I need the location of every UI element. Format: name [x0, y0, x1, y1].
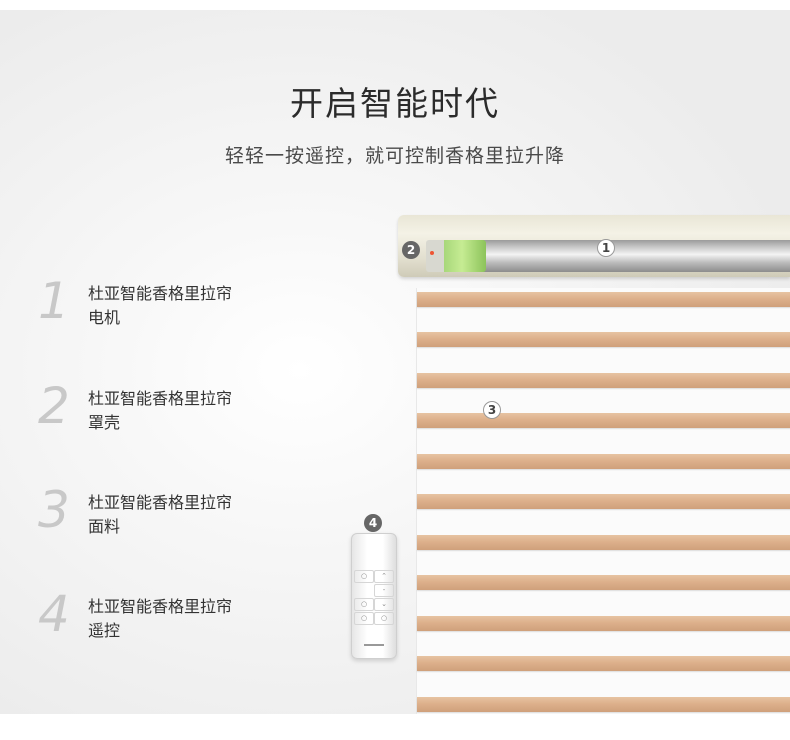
bottom-strip [0, 714, 790, 740]
feature-number: 4 [38, 585, 70, 643]
feature-title: 杜亚智能香格里拉帘 [88, 284, 233, 303]
slat [417, 413, 790, 428]
feature-number: 2 [38, 377, 70, 435]
page-subtitle: 轻轻一按遥控，就可控制香格里拉升降 [224, 145, 565, 167]
remote-logo [364, 644, 384, 646]
callout-2: 2 [402, 241, 420, 259]
slat [417, 697, 790, 712]
feature-part: 电机 [88, 308, 121, 327]
remote-button: ○ [374, 612, 394, 625]
feature-item-3: 3 杜亚智能香格里拉帘 面料 [38, 481, 338, 557]
slat [417, 373, 790, 388]
feature-title: 杜亚智能香格里拉帘 [88, 597, 233, 616]
feature-part: 罩壳 [88, 413, 121, 432]
remote-control: ○ ⌃ - ○ ⌄ ○ ○ [351, 533, 397, 659]
feature-part: 面料 [88, 517, 121, 536]
motor-indicator [430, 251, 434, 255]
shangri-la-blind-image [398, 210, 790, 714]
feature-item-4: 4 杜亚智能香格里拉帘 遥控 [38, 585, 338, 661]
remote-button: ○ [354, 612, 374, 625]
blind-fabric [416, 288, 790, 714]
feature-number: 1 [38, 272, 70, 330]
slat [417, 494, 790, 509]
feature-item-2: 2 杜亚智能香格里拉帘 罩壳 [38, 377, 338, 453]
slat [417, 535, 790, 550]
slat [417, 332, 790, 347]
feature-number: 3 [38, 481, 70, 539]
hero-section: 开启智能时代 轻轻一按遥控，就可控制香格里拉升降 1 杜亚智能香格里拉帘 电机 … [0, 10, 790, 714]
callout-1: 1 [597, 239, 615, 257]
remote-down-button: ⌄ [374, 598, 394, 611]
callout-4: 4 [364, 514, 382, 532]
callout-3: 3 [483, 401, 501, 419]
remote-button: ○ [354, 598, 374, 611]
slat [417, 616, 790, 631]
page-title: 开启智能时代 [290, 84, 500, 123]
remote-stop-button: - [374, 584, 394, 597]
feature-title: 杜亚智能香格里拉帘 [88, 493, 233, 512]
slat [417, 454, 790, 469]
headrail-cover [398, 215, 790, 277]
remote-button: ○ [354, 570, 374, 583]
roller-tube [482, 240, 790, 272]
feature-part: 遥控 [88, 621, 121, 640]
feature-title: 杜亚智能香格里拉帘 [88, 389, 233, 408]
slat [417, 575, 790, 590]
feature-item-1: 1 杜亚智能香格里拉帘 电机 [38, 272, 338, 348]
remote-up-button: ⌃ [374, 570, 394, 583]
slat [417, 292, 790, 307]
motor [426, 240, 486, 272]
slat [417, 656, 790, 671]
